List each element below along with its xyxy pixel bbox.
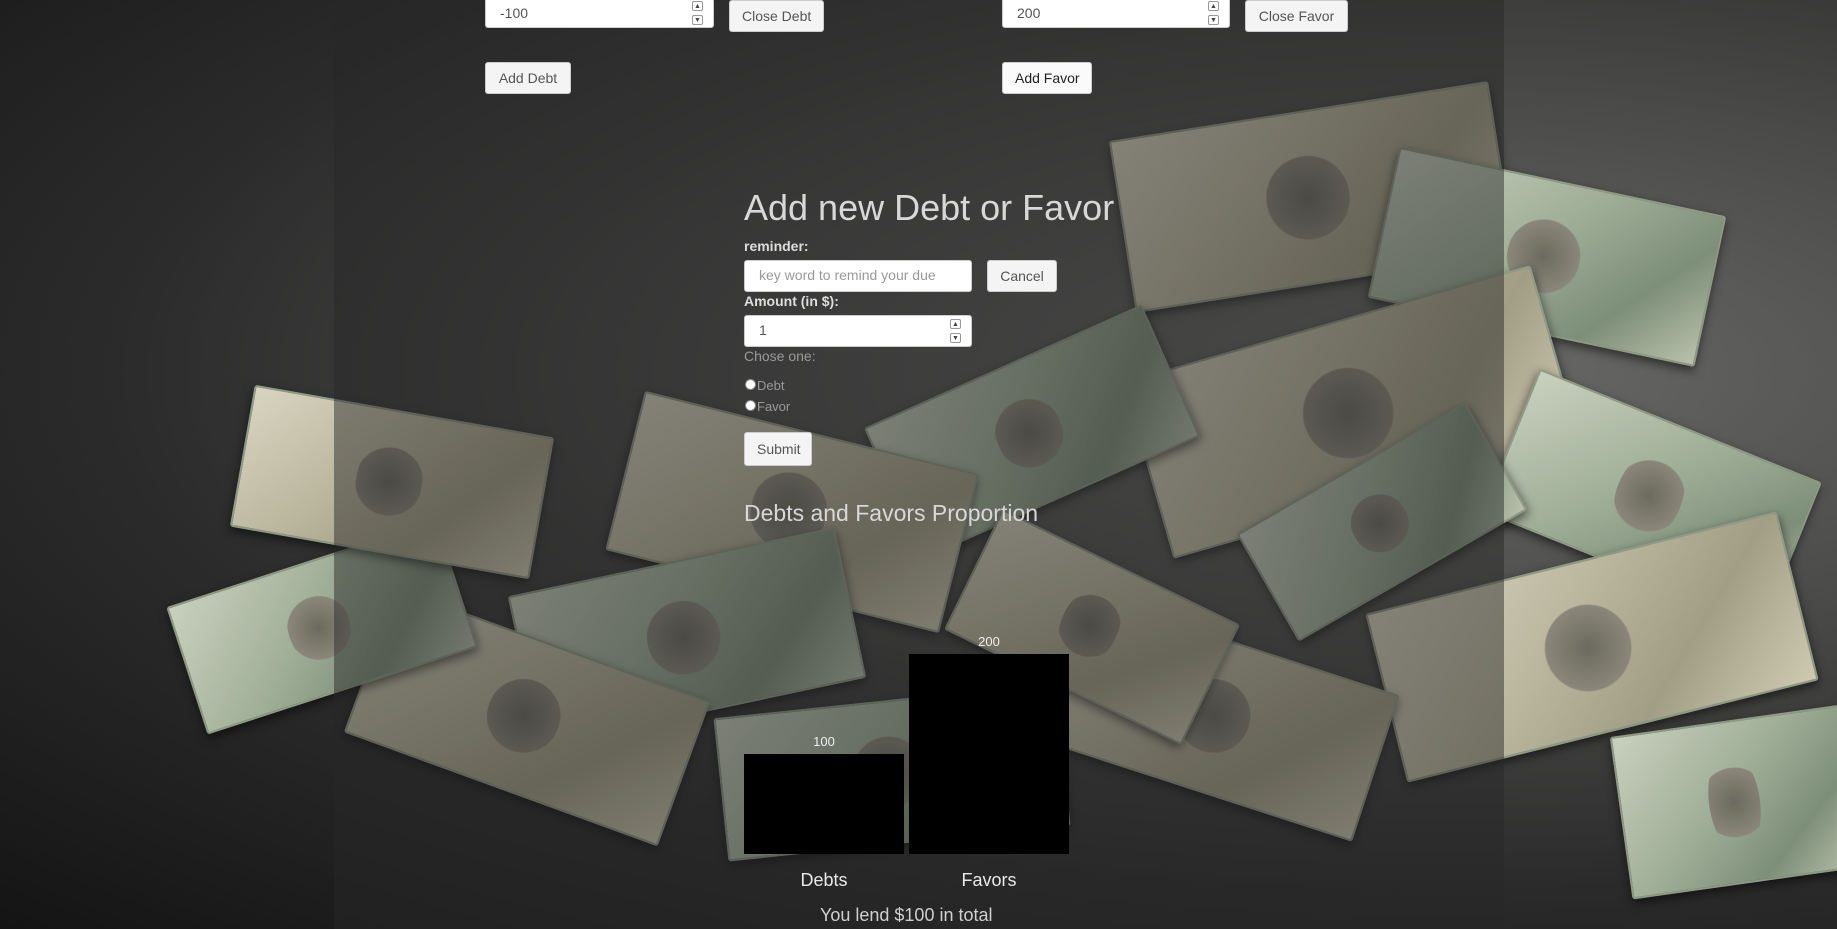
favors-bar xyxy=(909,654,1069,854)
form-title: Add new Debt or Favor xyxy=(744,187,1115,228)
reminder-placeholder: key word to remind your due xyxy=(759,267,936,283)
debt-option-label: Debt xyxy=(757,378,785,393)
debt-amount-input[interactable]: -100 ▲ ▼ xyxy=(485,0,714,28)
reminder-label: reminder: xyxy=(744,238,809,254)
favor-amount-stepper[interactable]: ▲ ▼ xyxy=(1208,1,1219,25)
summary-text: You lend $100 in total xyxy=(820,905,993,925)
submit-button[interactable]: Submit xyxy=(744,432,812,466)
debt-radio[interactable] xyxy=(745,379,756,390)
chevron-up-icon[interactable]: ▲ xyxy=(1208,1,1219,11)
cancel-button[interactable]: Cancel xyxy=(987,260,1057,292)
debt-amount-stepper[interactable]: ▲ ▼ xyxy=(692,1,703,25)
reminder-input[interactable]: key word to remind your due xyxy=(744,260,972,292)
debt-amount-value: -100 xyxy=(500,5,529,21)
amount-stepper[interactable]: ▲ ▼ xyxy=(950,319,961,343)
add-debt-button[interactable]: Add Debt xyxy=(485,62,571,94)
amount-label: Amount (in $): xyxy=(744,293,839,309)
close-favor-button[interactable]: Close Favor xyxy=(1245,0,1348,32)
add-favor-button[interactable]: Add Favor xyxy=(1002,62,1092,94)
debts-data-label: 100 xyxy=(813,734,835,749)
chevron-down-icon[interactable]: ▼ xyxy=(950,333,961,343)
favor-radio[interactable] xyxy=(745,400,756,411)
chart-title: Debts and Favors Proportion xyxy=(744,500,1039,526)
amount-input[interactable]: 1 ▲ ▼ xyxy=(744,315,972,347)
chevron-down-icon[interactable]: ▼ xyxy=(1208,15,1219,25)
debts-category-label: Debts xyxy=(800,870,848,890)
favor-option-label: Favor xyxy=(757,399,791,414)
chevron-down-icon[interactable]: ▼ xyxy=(692,15,703,25)
amount-value: 1 xyxy=(759,322,767,338)
debts-bar xyxy=(744,754,904,854)
chevron-up-icon[interactable]: ▲ xyxy=(950,319,961,329)
close-debt-button[interactable]: Close Debt xyxy=(729,0,824,32)
chevron-up-icon[interactable]: ▲ xyxy=(692,1,703,11)
favor-amount-value: 200 xyxy=(1017,5,1041,21)
bar-chart: 100 200 Debts Favors xyxy=(744,548,1074,890)
choose-label: Chose one: xyxy=(744,348,816,364)
favors-data-label: 200 xyxy=(978,634,1000,649)
favor-amount-input[interactable]: 200 ▲ ▼ xyxy=(1002,0,1230,28)
favors-category-label: Favors xyxy=(961,870,1017,890)
